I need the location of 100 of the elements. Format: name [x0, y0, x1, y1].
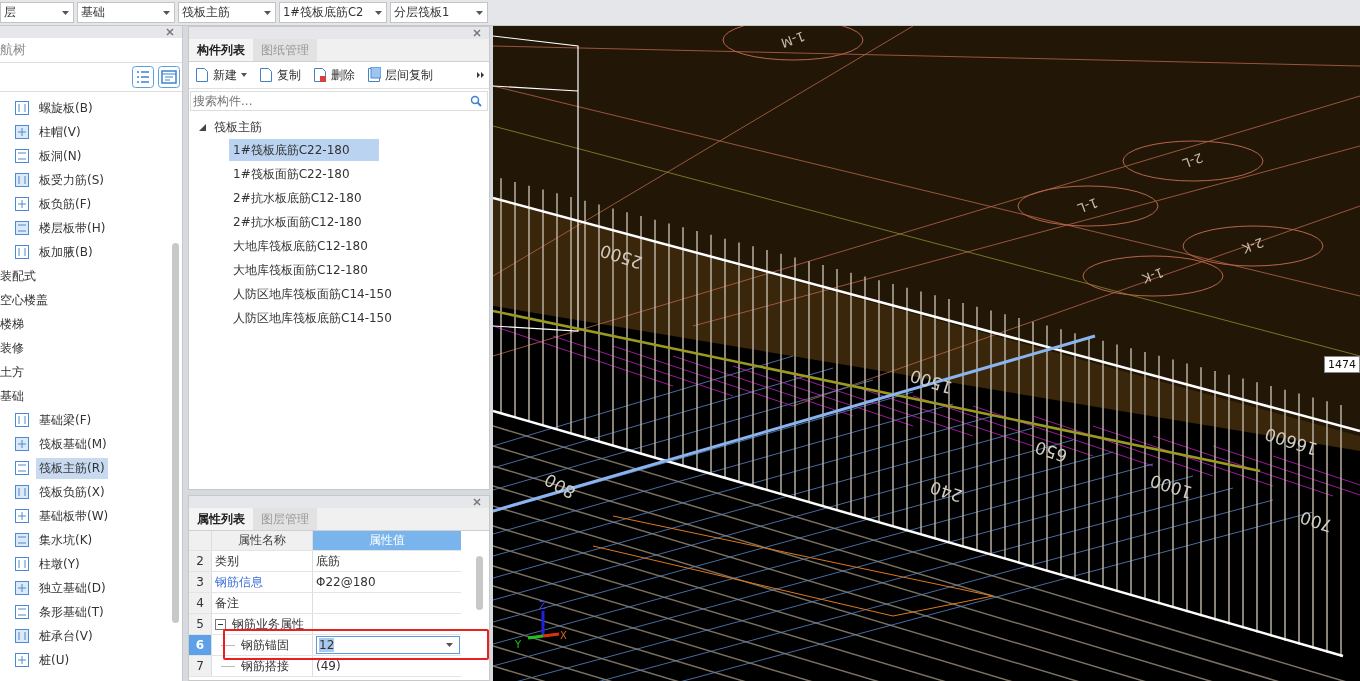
tree-item[interactable]: 柱帽(V)	[36, 121, 84, 143]
tree-group[interactable]: 基础	[0, 384, 182, 408]
dropdown[interactable]: 基础	[77, 2, 175, 23]
tab[interactable]: 构件列表	[189, 39, 253, 61]
property-value: (49)	[316, 659, 341, 673]
axis-label: 1-L	[1075, 195, 1100, 217]
row-number: 7	[189, 656, 212, 676]
component-item[interactable]: 人防区地库筏板面筋C14-150	[229, 283, 396, 305]
expand-arrow-icon[interactable]	[199, 123, 206, 131]
row-number: 3	[189, 572, 212, 592]
tab[interactable]: 属性列表	[189, 508, 253, 530]
window-view-icon[interactable]	[158, 66, 180, 88]
dimension-label: 800	[540, 469, 580, 503]
component-icon	[14, 244, 30, 260]
tree-item[interactable]: 桩承台(V)	[36, 625, 96, 647]
property-name: 备注	[215, 594, 239, 612]
tree-item[interactable]: 筏板主筋	[214, 118, 262, 136]
tree-group[interactable]: 空心楼盖	[0, 288, 182, 312]
tree-group[interactable]: 装配式	[0, 264, 182, 288]
row-number: 6	[189, 635, 212, 655]
toolbar-button[interactable]: 删除	[313, 66, 355, 84]
component-item[interactable]: 大地库筏板底筋C12-180	[229, 235, 379, 257]
tree-item[interactable]: 条形基础(T)	[36, 601, 107, 623]
tree-item[interactable]: 筏板基础(M)	[36, 433, 110, 455]
component-item[interactable]: 1#筏板面筋C22-180	[229, 163, 379, 185]
list-view-icon[interactable]	[132, 66, 154, 88]
property-value: 底筋	[316, 552, 340, 570]
tree-item[interactable]: 板受力筋(S)	[36, 169, 107, 191]
highlighted-rebar-line[interactable]	[493, 334, 1096, 513]
tree-item[interactable]: 独立基础(D)	[36, 577, 109, 599]
axis-label: 2-K	[1240, 234, 1266, 257]
dimension-label: 240	[927, 477, 965, 507]
tree-item[interactable]: 板负筋(F)	[36, 193, 95, 215]
tree-item[interactable]: 基础梁(F)	[36, 409, 95, 431]
caret-icon	[163, 10, 170, 15]
property-name: 钢筋搭接	[241, 657, 289, 675]
tree-item[interactable]: 筏板主筋(R)	[36, 457, 108, 479]
component-item[interactable]: 大地库筏板面筋C12-180	[229, 259, 379, 281]
dropdown[interactable]: 分层筏板1	[390, 2, 488, 23]
column-header: 属性值	[313, 531, 461, 550]
tree-group[interactable]: 装修	[0, 336, 182, 360]
scrollbar[interactable]	[172, 243, 179, 623]
dimension-tooltip: 1474	[1324, 356, 1360, 373]
tree-item[interactable]: 桩(U)	[36, 649, 73, 671]
tree-item[interactable]: 柱墩(Y)	[36, 553, 83, 575]
axis-name: Z	[539, 600, 546, 611]
more-icon[interactable]	[477, 72, 485, 78]
component-icon	[14, 172, 30, 188]
tree-item[interactable]: 集水坑(K)	[36, 529, 96, 551]
tree-item[interactable]: 筏板负筋(X)	[36, 481, 108, 503]
dimension-label: 1500	[907, 365, 955, 398]
tree-item[interactable]: 板加腋(B)	[36, 241, 96, 263]
search-field[interactable]: 搜索构件...	[190, 91, 488, 111]
row-number: 5	[189, 614, 212, 634]
rebar-line[interactable]	[493, 309, 1261, 473]
component-icon	[14, 628, 30, 644]
property-name[interactable]: 钢筋信息	[215, 573, 263, 591]
value-dropdown[interactable]: 12	[316, 636, 460, 654]
component-item[interactable]: 1#筏板底筋C22-180	[229, 139, 379, 161]
column-header: 属性名称	[212, 531, 313, 550]
component-icon	[14, 604, 30, 620]
component-icon	[14, 508, 30, 524]
row-number: 2	[189, 551, 212, 571]
dropdown[interactable]: 1#筏板底筋C2	[279, 2, 387, 23]
dimension-label: 700	[1297, 507, 1335, 537]
caret-icon	[241, 73, 247, 77]
dimension-label: 650	[1032, 437, 1070, 467]
document-icon	[259, 67, 273, 83]
search-icon	[470, 95, 482, 107]
toolbar-button[interactable]: 层间复制	[367, 66, 433, 84]
dimension-label: 16600	[1262, 423, 1320, 460]
tree-item[interactable]: 板洞(N)	[36, 145, 85, 167]
toolbar-button[interactable]: 新建	[195, 66, 247, 84]
caret-icon	[476, 10, 483, 15]
tree-item[interactable]: 基础板带(W)	[36, 505, 112, 527]
toolbar-button[interactable]: 复制	[259, 66, 301, 84]
property-name: 类别	[215, 552, 239, 570]
close-icon[interactable]	[473, 498, 481, 506]
dimension-label: 2500	[597, 240, 645, 273]
component-item[interactable]: 2#抗水板底筋C12-180	[229, 187, 379, 209]
tree-item[interactable]: 楼层板带(H)	[36, 217, 109, 239]
dropdown[interactable]: 筏板主筋	[178, 2, 276, 23]
component-item[interactable]: 人防区地库筏板底筋C14-150	[229, 307, 396, 329]
component-item[interactable]: 2#抗水板面筋C12-180	[229, 211, 379, 233]
document-icon	[313, 67, 327, 83]
component-icon	[14, 460, 30, 476]
close-icon[interactable]	[166, 28, 174, 36]
tree-group[interactable]: 楼梯	[0, 312, 182, 336]
property-value: Φ22@180	[316, 575, 376, 589]
component-icon	[14, 532, 30, 548]
dropdown[interactable]: 层	[0, 2, 74, 23]
axis-label: 1-M	[778, 28, 807, 51]
tree-item[interactable]: 螺旋板(B)	[36, 97, 96, 119]
caret-icon	[375, 10, 382, 15]
collapse-icon[interactable]	[215, 618, 226, 630]
close-icon[interactable]	[473, 29, 481, 37]
tree-group[interactable]: 土方	[0, 360, 182, 384]
property-name: 钢筋业务属性	[232, 615, 304, 633]
scrollbar[interactable]	[476, 556, 483, 610]
rebar-mesh-drawing[interactable]	[493, 325, 1360, 681]
